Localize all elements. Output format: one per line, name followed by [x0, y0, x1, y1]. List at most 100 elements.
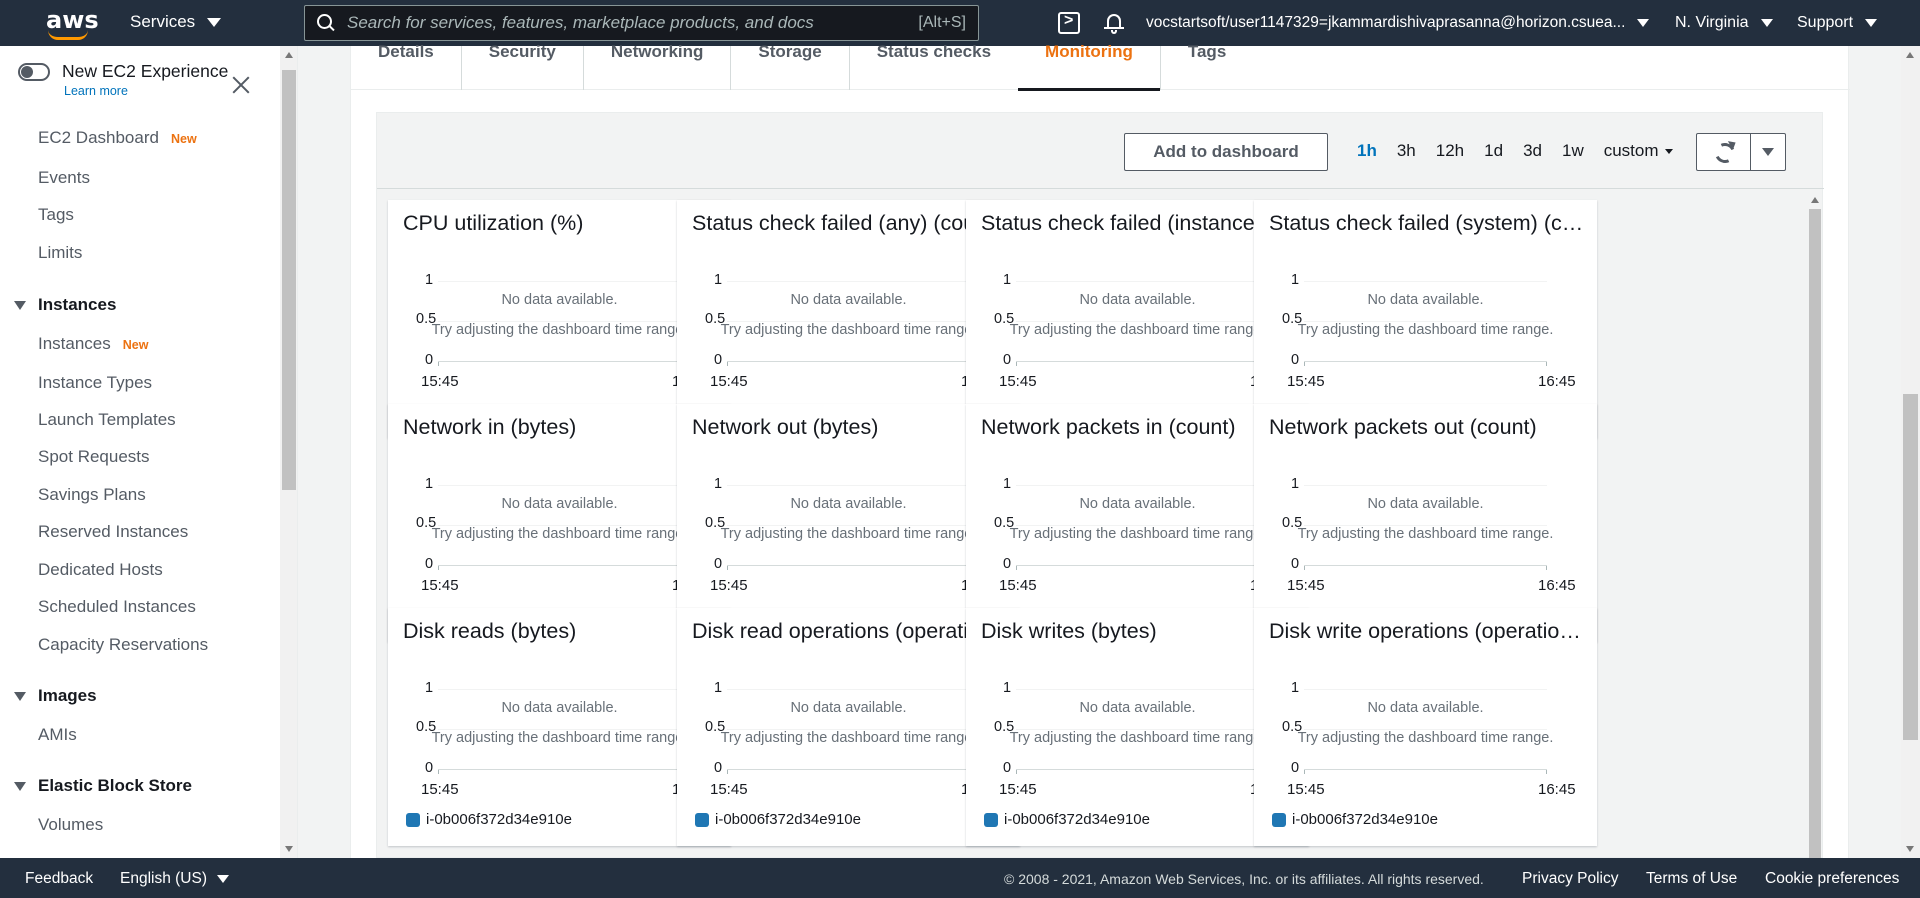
range-custom-dropdown[interactable]: custom — [1604, 141, 1673, 161]
tab-status-checks[interactable]: Status checks — [850, 42, 1018, 90]
scroll-up-icon[interactable] — [1906, 52, 1914, 58]
chart-legend[interactable]: i-0b006f372d34e910e — [984, 811, 1150, 828]
y-tick-label: 0 — [1291, 760, 1300, 776]
x-axis — [438, 769, 681, 770]
sidebar-item-capacity-reservations[interactable]: Capacity Reservations — [38, 635, 208, 655]
tab-tags[interactable]: Tags — [1161, 42, 1253, 90]
gridline — [1304, 689, 1547, 690]
scroll-up-icon[interactable] — [285, 52, 293, 58]
add-to-dashboard-button[interactable]: Add to dashboard — [1124, 133, 1328, 171]
no-data-hint: Try adjusting the dashboard time range. — [1297, 526, 1554, 542]
sidebar-item-amis[interactable]: AMIs — [38, 725, 77, 745]
range-1d[interactable]: 1d — [1484, 141, 1503, 161]
sidebar-group-images[interactable]: Images — [14, 686, 97, 706]
scroll-up-icon[interactable] — [1811, 197, 1819, 203]
y-tick-label: 1 — [1003, 476, 1012, 492]
sidebar-item-spot-requests[interactable]: Spot Requests — [38, 447, 150, 467]
sidebar-item-launch-templates[interactable]: Launch Templates — [38, 410, 176, 430]
x-tick — [438, 566, 439, 570]
x-axis — [1016, 361, 1259, 362]
services-menu[interactable]: Services — [130, 12, 222, 32]
charts-scrollbar[interactable] — [1808, 195, 1822, 859]
caret-down-icon — [14, 691, 26, 701]
experience-toggle[interactable] — [18, 63, 50, 81]
search-bar[interactable]: [Alt+S] — [304, 5, 979, 41]
no-data-hint: Try adjusting the dashboard time range. — [1297, 730, 1554, 746]
tab-storage[interactable]: Storage — [731, 42, 850, 90]
learn-more-link[interactable]: Learn more — [64, 84, 228, 98]
sidebar-item-ec2-dashboard[interactable]: EC2 Dashboard New — [38, 128, 197, 148]
tab-security[interactable]: Security — [462, 42, 584, 90]
tab-monitoring[interactable]: Monitoring — [1018, 42, 1161, 91]
tab-details[interactable]: Details — [351, 42, 462, 90]
sidebar-item-scheduled-instances[interactable]: Scheduled Instances — [38, 597, 196, 617]
y-tick-label: 0 — [425, 760, 434, 776]
sidebar-item-instance-types[interactable]: Instance Types — [38, 373, 152, 393]
region-menu[interactable]: N. Virginia — [1675, 14, 1773, 32]
page-scrollbar[interactable] — [1901, 46, 1920, 858]
chart-legend[interactable]: i-0b006f372d34e910e — [1272, 811, 1438, 828]
sidebar-item-savings-plans[interactable]: Savings Plans — [38, 485, 146, 505]
search-input[interactable] — [347, 13, 919, 33]
gridline — [727, 689, 970, 690]
tab-networking[interactable]: Networking — [584, 42, 732, 90]
scrollbar-thumb[interactable] — [282, 70, 296, 490]
no-data-message: No data available. — [1367, 292, 1484, 308]
scroll-down-icon[interactable] — [285, 846, 293, 852]
sidebar-group-elastic-block-store[interactable]: Elastic Block Store — [14, 776, 192, 796]
range-3d[interactable]: 3d — [1523, 141, 1542, 161]
x-axis — [1016, 565, 1259, 566]
sidebar-item-volumes[interactable]: Volumes — [38, 815, 103, 835]
refresh-options-dropdown[interactable] — [1751, 134, 1785, 170]
cloudshell-icon[interactable] — [1058, 12, 1080, 34]
chart-legend[interactable]: i-0b006f372d34e910e — [406, 811, 572, 828]
metric-chart-card[interactable]: Status check failed (system) (count) 1 0.5… — [1254, 200, 1597, 438]
no-data-hint: Try adjusting the dashboard time range. — [1297, 322, 1554, 338]
sidebar-item-tags[interactable]: Tags — [38, 205, 74, 225]
sidebar-item-instances[interactable]: Instances New — [38, 334, 148, 354]
x-tick — [1304, 362, 1305, 366]
notifications-bell-icon[interactable] — [1103, 11, 1125, 35]
x-tick — [1016, 770, 1017, 774]
scrollbar-thumb[interactable] — [1809, 209, 1821, 859]
caret-down-icon — [1664, 148, 1673, 154]
chart-legend[interactable]: i-0b006f372d34e910e — [695, 811, 861, 828]
x-tick — [1304, 566, 1305, 570]
sidebar-item-limits[interactable]: Limits — [38, 243, 82, 263]
gridline — [1304, 281, 1547, 282]
x-tick — [727, 566, 728, 570]
privacy-policy-link[interactable]: Privacy Policy — [1522, 870, 1618, 888]
account-menu[interactable]: vocstartsoft/user1147329=jkammardishivap… — [1146, 14, 1650, 32]
scroll-down-icon[interactable] — [1906, 846, 1914, 852]
legend-swatch — [1272, 812, 1286, 827]
sidebar-item-events[interactable]: Events — [38, 168, 90, 188]
monitoring-toolbar: Add to dashboard 1h 3h 12h 1d 3d 1w custom — [377, 113, 1824, 189]
range-1h[interactable]: 1h — [1357, 141, 1377, 161]
language-selector[interactable]: English (US) — [120, 870, 229, 888]
metric-chart-card[interactable]: Network packets out (count) 1 0.5 0 No data … — [1254, 404, 1597, 642]
sidebar-item-dedicated-hosts[interactable]: Dedicated Hosts — [38, 560, 163, 580]
x-tick-label: 16:45 — [1538, 373, 1576, 390]
chart-title: Status check failed (system) (count) — [1269, 211, 1589, 235]
support-menu[interactable]: Support — [1797, 14, 1878, 32]
cookie-preferences-link[interactable]: Cookie preferences — [1765, 870, 1899, 888]
sidebar-group-instances[interactable]: Instances — [14, 295, 116, 315]
refresh-icon — [1714, 142, 1734, 162]
metric-chart-card[interactable]: Disk write operations (operations) 1 0.5 0 N… — [1254, 608, 1597, 846]
aws-logo[interactable]: aws — [40, 0, 130, 46]
y-tick-label: 0 — [1291, 556, 1300, 572]
sidebar-scrollbar[interactable] — [280, 46, 297, 858]
terms-of-use-link[interactable]: Terms of Use — [1646, 870, 1737, 888]
scrollbar-thumb[interactable] — [1903, 394, 1918, 740]
range-12h[interactable]: 12h — [1436, 141, 1464, 161]
refresh-button[interactable] — [1697, 134, 1751, 170]
range-3h[interactable]: 3h — [1397, 141, 1416, 161]
services-label: Services — [130, 12, 196, 31]
feedback-link[interactable]: Feedback — [25, 870, 93, 888]
close-icon[interactable] — [232, 76, 250, 94]
sidebar-item-reserved-instances[interactable]: Reserved Instances — [38, 522, 188, 542]
caret-down-icon — [14, 300, 26, 310]
range-1w[interactable]: 1w — [1562, 141, 1584, 161]
x-tick-label: 15:45 — [1287, 781, 1325, 798]
x-tick — [438, 770, 439, 774]
